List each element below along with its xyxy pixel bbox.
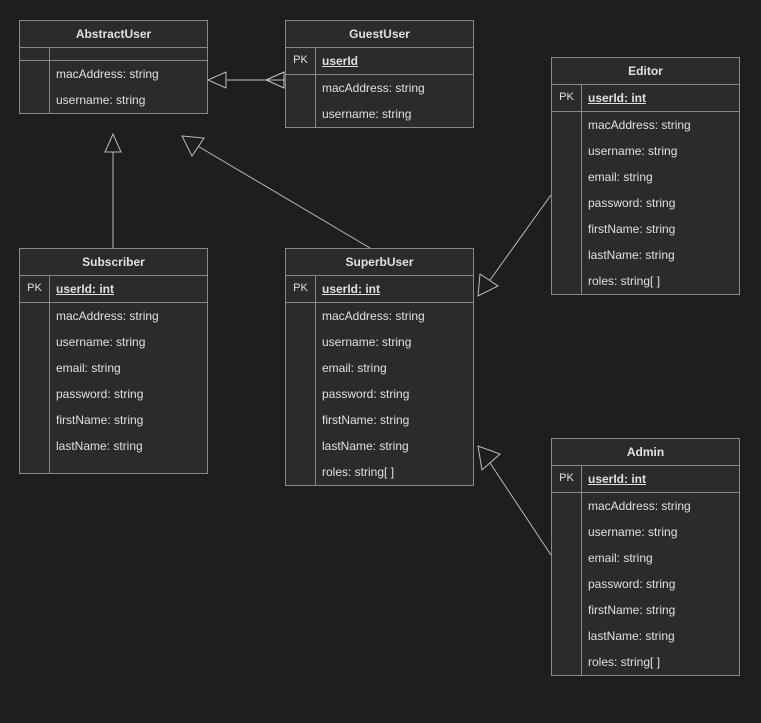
attr: username: string (316, 329, 473, 355)
attr: macAddress: string (582, 112, 739, 138)
class-title: Subscriber (20, 249, 207, 276)
attr: macAddress: string (316, 75, 473, 101)
inh-superb-head (362, 230, 378, 248)
class-title: Editor (552, 58, 739, 85)
pk-label: PK (286, 276, 316, 302)
attr: username: string (50, 87, 207, 113)
attr (50, 459, 207, 473)
attr: password: string (316, 381, 473, 407)
attr: username: string (582, 519, 739, 545)
pk-value: userId: int (316, 276, 473, 302)
attr: password: string (582, 571, 739, 597)
attr: macAddress: string (582, 493, 739, 519)
pk-value: userId: int (50, 276, 207, 302)
class-title: SuperbUser (286, 249, 473, 276)
attr: lastName: string (50, 433, 207, 459)
attr: firstName: string (582, 597, 739, 623)
inh-subscriber (105, 134, 121, 248)
attr: email: string (50, 355, 207, 381)
attr: macAddress: string (50, 303, 207, 329)
class-title: AbstractUser (20, 21, 207, 48)
pk-label: PK (286, 48, 316, 74)
pk-value: userId (316, 48, 473, 74)
attr: macAddress: string (50, 61, 207, 87)
attr: roles: string[ ] (316, 459, 473, 485)
class-abstractuser: AbstractUser macAddress: string username… (19, 20, 208, 114)
inh-guest (208, 72, 285, 88)
pk-label (20, 48, 50, 60)
attr: email: string (582, 164, 739, 190)
attr: roles: string[ ] (582, 649, 739, 675)
attr: email: string (316, 355, 473, 381)
inh-superb (182, 136, 370, 248)
class-superbuser: SuperbUser PK userId: int macAddress: st… (285, 248, 474, 486)
attr: username: string (316, 101, 473, 127)
class-subscriber: Subscriber PK userId: int macAddress: st… (19, 248, 208, 474)
attr: firstName: string (50, 407, 207, 433)
attr: lastName: string (582, 623, 739, 649)
pk-value (50, 48, 207, 60)
class-title: Admin (552, 439, 739, 466)
attr: firstName: string (582, 216, 739, 242)
pk-label: PK (552, 85, 582, 111)
class-admin: Admin PK userId: int macAddress: string … (551, 438, 740, 676)
inh-editor (478, 195, 551, 296)
attr: username: string (582, 138, 739, 164)
attr: macAddress: string (316, 303, 473, 329)
attr: roles: string[ ] (582, 268, 739, 294)
attr: password: string (582, 190, 739, 216)
inheritance-guestuser-to-abstractuser (208, 72, 285, 88)
pk-label: PK (552, 466, 582, 492)
pk-value: userId: int (582, 85, 739, 111)
attr: password: string (50, 381, 207, 407)
class-guestuser: GuestUser PK userId macAddress: string u… (285, 20, 474, 128)
attr: lastName: string (316, 433, 473, 459)
inh-admin (478, 446, 551, 555)
class-editor: Editor PK userId: int macAddress: string… (551, 57, 740, 295)
attr: username: string (50, 329, 207, 355)
attr: firstName: string (316, 407, 473, 433)
attr: email: string (582, 545, 739, 571)
pk-value: userId: int (582, 466, 739, 492)
class-title: GuestUser (286, 21, 473, 48)
attr: lastName: string (582, 242, 739, 268)
pk-label: PK (20, 276, 50, 302)
